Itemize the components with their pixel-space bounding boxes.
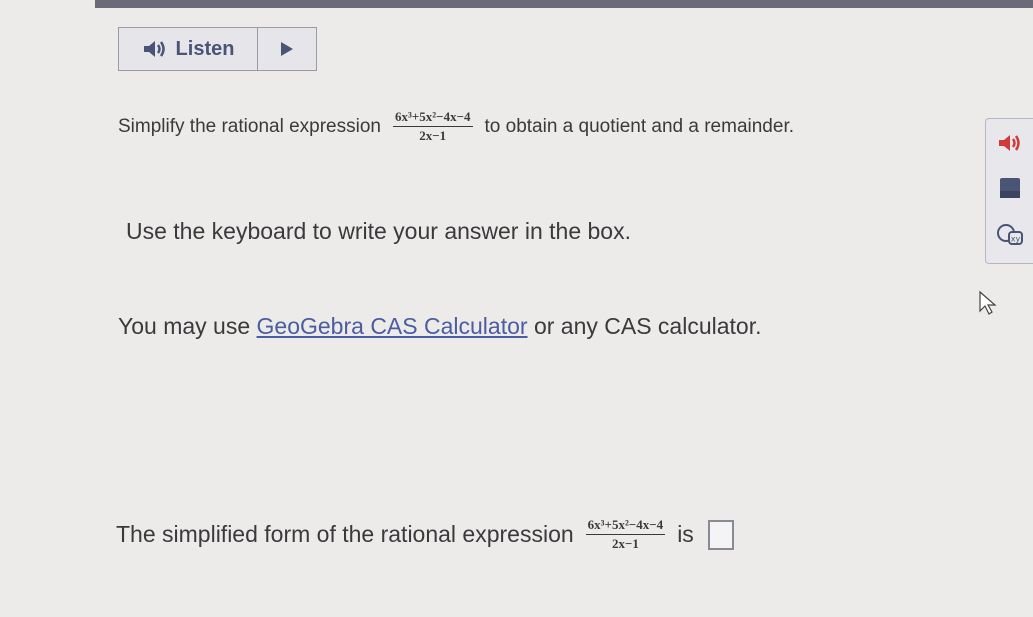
question-prefix: Simplify the rational expression: [118, 115, 381, 137]
answer-input-box[interactable]: [707, 519, 734, 550]
listen-toolbar: Listen: [118, 27, 317, 71]
rational-expression-answer: 6x³+5x²−4x−4 2x−1: [585, 517, 666, 552]
instruction-text: Use the keyboard to write your answer in…: [126, 218, 631, 244]
fraction-numerator: 6x³+5x²−4x−4: [392, 109, 473, 127]
calculator-note: You may use GeoGebra CAS Calculator or a…: [118, 313, 762, 340]
fraction-denominator: 2x−1: [611, 536, 639, 551]
fraction-numerator: 6x³+5x²−4x−4: [585, 517, 666, 535]
tools-sidebar: xy: [985, 118, 1033, 264]
rational-expression: 6x³+5x²−4x−4 2x−1: [392, 109, 473, 144]
answer-prefix: The simplified form of the rational expr…: [116, 521, 574, 547]
question-text: Simplify the rational expression 6x³+5x²…: [118, 109, 794, 144]
answer-connector: is: [677, 521, 694, 547]
notepad-icon: [999, 177, 1021, 204]
listen-label: Listen: [175, 37, 235, 60]
speaker-icon: [142, 39, 168, 59]
math-tools-icon: xy: [996, 222, 1024, 251]
play-button[interactable]: [258, 28, 316, 70]
calculator-note-prefix: You may use: [118, 313, 251, 339]
geogebra-link[interactable]: GeoGebra CAS Calculator: [257, 313, 528, 340]
listen-button[interactable]: Listen: [119, 28, 258, 70]
fraction-denominator: 2x−1: [419, 128, 447, 143]
cursor-icon: [978, 290, 998, 321]
read-aloud-icon: [997, 133, 1023, 158]
play-icon: [280, 41, 294, 57]
math-tools-button[interactable]: xy: [994, 220, 1026, 252]
calculator-note-suffix: or any CAS calculator.: [533, 313, 762, 339]
read-aloud-button[interactable]: [994, 130, 1026, 162]
notepad-button[interactable]: [994, 175, 1026, 207]
answer-line: The simplified form of the rational expr…: [116, 517, 734, 552]
svg-text:xy: xy: [1010, 234, 1020, 243]
question-suffix: to obtain a quotient and a remainder.: [484, 115, 795, 137]
top-border: [95, 0, 1033, 8]
